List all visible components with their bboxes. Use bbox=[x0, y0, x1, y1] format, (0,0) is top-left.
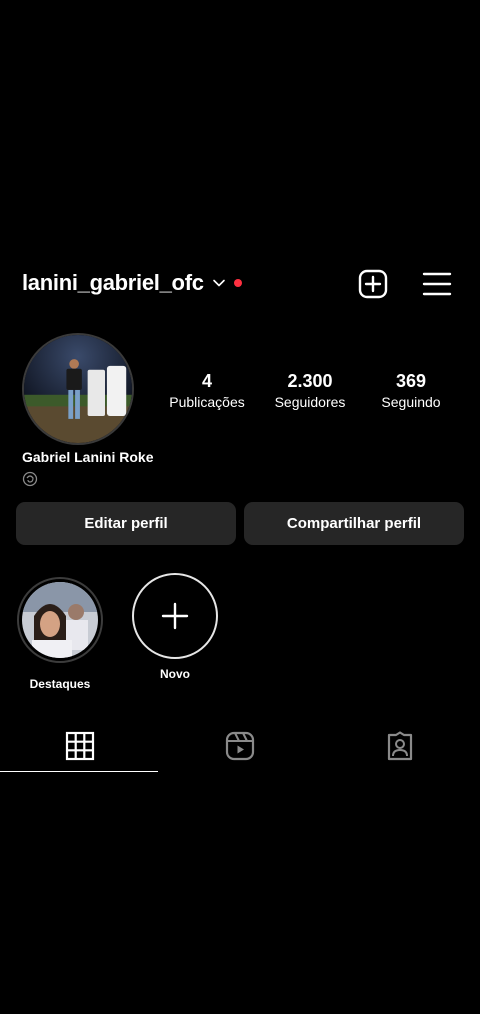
tagged-icon bbox=[387, 731, 413, 761]
reels-icon bbox=[225, 731, 255, 761]
followers-label: Seguidores bbox=[274, 394, 346, 410]
account-switcher[interactable]: lanini_gabriel_ofc bbox=[22, 270, 242, 296]
notification-dot bbox=[233, 279, 242, 287]
new-highlight-button[interactable]: Novo bbox=[131, 573, 219, 681]
followers-count[interactable]: 2.300 Seguidores bbox=[255, 370, 365, 410]
highlight-ring bbox=[17, 577, 103, 663]
share-profile-button[interactable]: Compartilhar perfil bbox=[244, 502, 464, 545]
followers-number: 2.300 bbox=[287, 371, 333, 391]
plus-square-icon[interactable] bbox=[357, 268, 389, 300]
highlight-label: Destaques bbox=[29, 677, 91, 691]
posts-label: Publicações bbox=[169, 394, 245, 410]
content-tabs bbox=[0, 720, 480, 772]
edit-profile-button[interactable]: Editar perfil bbox=[16, 502, 236, 545]
active-tab-indicator bbox=[0, 771, 158, 772]
chevron-down-icon bbox=[212, 279, 225, 287]
highlight-cover bbox=[22, 582, 98, 658]
profile-header: lanini_gabriel_ofc bbox=[0, 264, 480, 304]
tab-tagged[interactable] bbox=[320, 720, 480, 772]
posts-count[interactable]: 4 Publicações bbox=[152, 370, 262, 410]
profile-avatar[interactable] bbox=[22, 333, 134, 445]
new-highlight-label: Novo bbox=[160, 667, 190, 681]
highlight-destaques[interactable]: Destaques bbox=[16, 577, 104, 691]
grid-icon bbox=[65, 731, 95, 761]
tab-grid[interactable] bbox=[0, 720, 160, 772]
threads-icon[interactable] bbox=[22, 471, 38, 487]
posts-number: 4 bbox=[201, 371, 212, 391]
avatar-photo bbox=[24, 335, 132, 443]
tab-reels[interactable] bbox=[160, 720, 320, 772]
hamburger-menu-icon[interactable] bbox=[421, 268, 453, 300]
following-number: 369 bbox=[395, 371, 427, 391]
following-count[interactable]: 369 Seguindo bbox=[356, 370, 466, 410]
username: lanini_gabriel_ofc bbox=[22, 270, 204, 295]
profile-full-name: Gabriel Lanini Roke bbox=[22, 449, 154, 465]
following-label: Seguindo bbox=[381, 394, 441, 410]
new-highlight-ring bbox=[132, 573, 218, 659]
plus-icon bbox=[161, 602, 189, 630]
